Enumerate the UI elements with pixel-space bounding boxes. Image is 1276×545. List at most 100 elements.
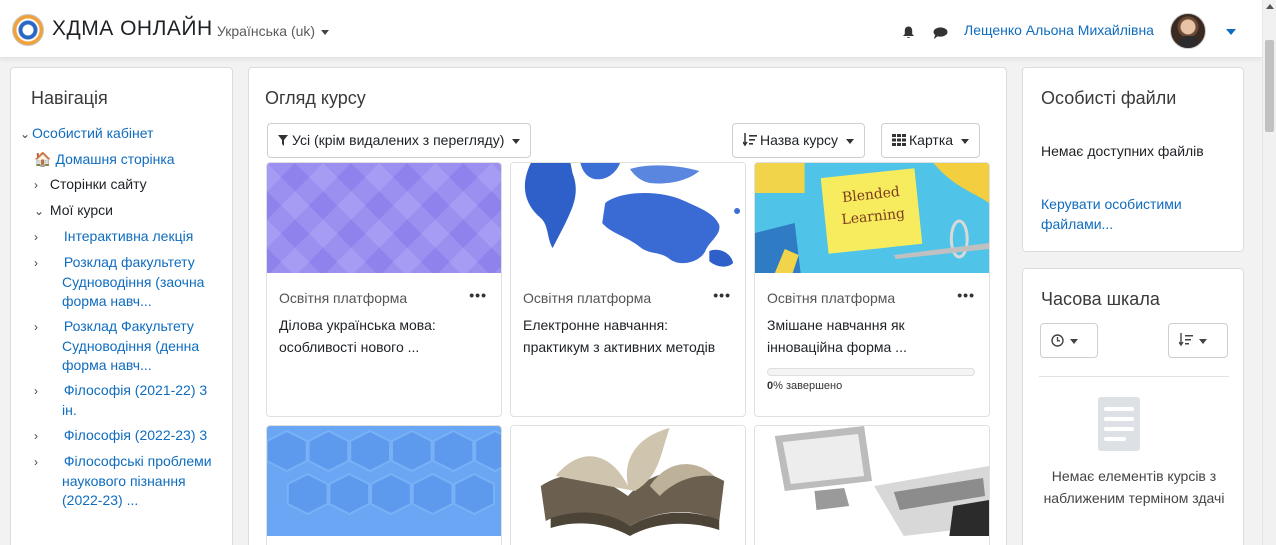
timeline-empty-text: Немає елементів курсів з наближеним терм… [1043,468,1225,506]
nav-item-label: Сторінки сайту [49,176,147,192]
timeline-date-filter[interactable] [1040,323,1098,358]
chevron-right-icon: › [34,429,38,443]
clock-icon [1051,334,1064,347]
progress-suffix: % завершено [773,380,843,392]
course-name[interactable]: Електронне навчання: практикум з активни… [523,314,733,358]
scroll-up-arrow-icon[interactable] [1266,4,1274,9]
chevron-down-icon [321,29,330,35]
page-scrollbar[interactable] [1262,0,1276,545]
private-files-block: Особисті файли Немає доступних файлів Ке… [1022,67,1244,252]
timeline-title: Часова шкала [1041,289,1160,309]
nav-item-my-courses[interactable]: ⌄ Мої курси [20,201,225,221]
chevron-down-icon [1199,338,1207,344]
course-card[interactable]: Освітня платформа Ділова українська мова… [266,162,502,417]
chevron-down-icon: ⌄ [20,127,31,141]
course-name[interactable]: Змішане навчання як інноваційна форма ..… [767,314,977,358]
language-selector[interactable]: Українська (uk) [217,23,330,39]
nav-item-label: Домашня сторінка [55,151,175,167]
no-files-text: Немає доступних файлів [1041,143,1204,159]
sort-icon [742,133,757,147]
nav-item-label: Особистий кабінет [32,125,154,141]
more-options-icon[interactable]: ••• [469,287,487,303]
course-image[interactable] [267,426,501,536]
manage-files-link[interactable]: Керувати особистими файлами... [1041,194,1231,234]
chevron-right-icon: › [34,178,38,192]
site-logo[interactable] [12,14,44,46]
more-options-icon[interactable]: ••• [957,287,975,303]
course-progress-text: 0% завершено [767,380,977,392]
course-card[interactable] [266,425,502,545]
course-image[interactable] [267,163,501,273]
filter-dropdown[interactable]: Усі (крім видалених з перегляду) [267,123,532,158]
nav-item-course[interactable]: › Інтерактивна лекція [20,227,225,247]
nav-item-label: Інтерактивна лекція [63,228,194,244]
course-overview-title: Огляд курсу [265,88,366,108]
nav-item-label: Розклад Факультету Судноводіння (денна ф… [62,318,200,373]
sort-dropdown[interactable]: Назва курсу [732,123,866,158]
nav-item-label: Філософські проблеми наукового пізнання … [62,453,212,508]
course-image[interactable] [755,426,989,536]
nav-item-course[interactable]: › Філософські проблеми наукового пізнанн… [20,452,225,510]
chevron-down-icon [846,138,855,144]
card-body: Освітня платформа Електронне навчання: п… [511,276,745,358]
more-options-icon[interactable]: ••• [713,287,731,303]
chevron-down-icon [512,138,521,144]
filter-icon [278,135,288,146]
course-card[interactable] [754,425,990,545]
timeline-block: Часова шкала Немає елементів курсів з на… [1022,268,1244,545]
nav-item-course[interactable]: › Розклад факультету Судноводіння (заочн… [20,253,225,311]
chevron-down-icon [961,138,970,144]
course-category: Освітня платформа [523,290,652,306]
private-files-title: Особисті файли [1041,88,1177,108]
course-card[interactable] [510,425,746,545]
chat-icon[interactable] [933,27,948,39]
card-body: Освітня платформа Ділова українська мова… [267,276,501,358]
navigation-tree: ⌄ Особистий кабінет 🏠 Домашня сторінка › С… [20,124,225,516]
bell-icon[interactable] [902,26,915,39]
nav-item-home[interactable]: 🏠 Домашня сторінка [20,150,225,169]
nav-item-course[interactable]: › Філософія (2022-23) 3 [20,426,225,446]
chevron-down-icon [1070,338,1078,344]
divider [1039,376,1229,377]
nav-item-dashboard[interactable]: ⌄ Особистий кабінет [20,124,225,144]
course-card[interactable]: Освітня платформа Електронне навчання: п… [510,162,746,417]
top-navbar: ХДМА ОНЛАЙН Українська (uk) Лещенко Альо… [0,0,1262,58]
nav-item-label: Філософія (2022-23) 3 [63,427,208,443]
course-name[interactable]: Ділова українська мова: особливості ново… [279,314,489,358]
empty-list-icon [1098,397,1140,451]
chevron-down-icon[interactable] [1226,29,1236,35]
chevron-right-icon: › [34,320,38,334]
course-category: Освітня платформа [279,290,408,306]
view-label: Картка [909,132,954,148]
navigation-title: Навігація [31,88,108,108]
timeline-sort[interactable] [1168,323,1228,358]
chevron-down-icon: ⌄ [34,204,45,218]
chevron-right-icon: › [34,384,38,398]
course-card[interactable]: BlendedLearning Освітня платформа Змішан… [754,162,990,417]
course-image[interactable] [511,426,745,536]
nav-item-course[interactable]: › Філософія (2021-22) 3 ін. [20,381,225,420]
site-name[interactable]: ХДМА ОНЛАЙН [52,17,213,41]
chevron-right-icon: › [34,256,38,270]
course-image[interactable] [511,163,745,273]
avatar[interactable] [1170,13,1206,49]
nav-item-label: Мої курси [49,202,114,218]
sort-icon [1178,333,1193,347]
language-label: Українська (uk) [217,23,316,39]
nav-item-site-pages[interactable]: › Сторінки сайту [20,175,225,195]
chevron-right-icon: › [34,230,38,244]
course-image[interactable]: BlendedLearning [755,163,989,273]
chevron-right-icon: › [34,455,38,469]
home-icon: 🏠 [34,151,52,167]
grid-icon [892,134,906,146]
user-name[interactable]: Лещенко Альона Михайлівна [964,22,1154,38]
scroll-thumb[interactable] [1265,40,1274,132]
nav-item-label: Філософія (2021-22) 3 ін. [62,382,208,418]
sort-label: Назва курсу [760,132,839,148]
nav-item-course[interactable]: › Розклад Факультету Судноводіння (денна… [20,317,225,375]
card-body: Освітня платформа Змішане навчання як ін… [755,276,989,392]
course-category: Освітня платформа [767,290,896,306]
nav-item-label: Розклад факультету Судноводіння (заочна … [62,254,205,309]
filter-label: Усі (крім видалених з перегляду) [292,132,505,148]
view-dropdown[interactable]: Картка [881,123,981,158]
